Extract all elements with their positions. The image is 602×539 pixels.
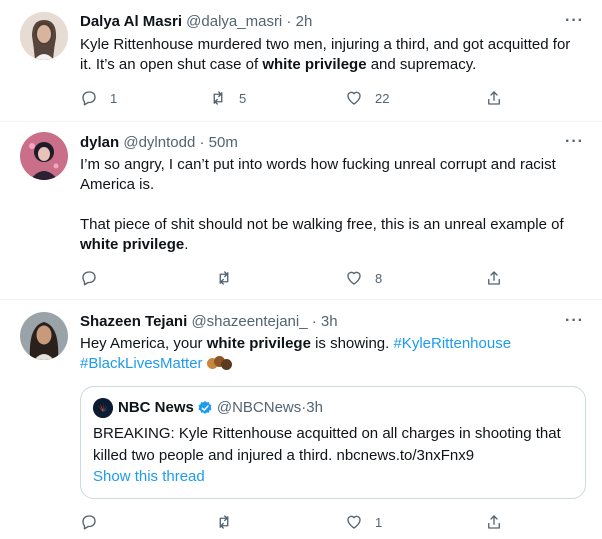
tweet-header: Shazeen Tejani @shazeentejani_ · 3h: [80, 312, 338, 332]
heart-icon: [347, 515, 361, 529]
avatar[interactable]: [20, 132, 68, 180]
share-button[interactable]: [485, 267, 503, 289]
share-button[interactable]: [485, 511, 503, 533]
heart-icon: [347, 271, 361, 285]
heart-icon: [347, 91, 361, 105]
display-name[interactable]: Dalya Al Masri: [80, 13, 182, 30]
share-icon: [488, 515, 500, 529]
separator: ·: [195, 134, 209, 151]
reply-icon: [82, 271, 96, 286]
timestamp[interactable]: 50m: [209, 134, 238, 151]
user-handle[interactable]: @dylntodd: [123, 134, 195, 151]
display-name[interactable]: dylan: [80, 134, 119, 151]
reply-button[interactable]: [80, 267, 98, 289]
quoted-display-name[interactable]: NBC News: [118, 398, 194, 418]
more-options-icon[interactable]: ···: [565, 11, 584, 31]
tweet-text: I’m so angry, I can’t put into words how…: [80, 155, 585, 255]
reply-icon: [82, 91, 96, 106]
quoted-tweet-header: NBC News @NBCNews · 3h: [93, 398, 323, 418]
tweet-shazeen[interactable]: Shazeen Tejani @shazeentejani_ · 3h ··· …: [0, 300, 602, 539]
more-options-icon[interactable]: ···: [565, 132, 584, 152]
separator: ·: [307, 313, 321, 330]
tweet-text-part: That piece of shit should not be walking…: [80, 216, 564, 233]
avatar[interactable]: [20, 312, 68, 360]
quoted-tweet[interactable]: NBC News @NBCNews · 3h BREAKING: Kyle Ri…: [80, 386, 586, 499]
reply-button[interactable]: 1: [80, 87, 117, 109]
tweet-text-part: and supremacy.: [366, 56, 477, 73]
retweet-icon: [219, 515, 229, 529]
tweet-header: Dalya Al Masri @dalya_masri · 2h: [80, 12, 312, 32]
like-count: 22: [375, 90, 390, 106]
reply-icon: [82, 515, 96, 530]
like-count: 1: [375, 514, 383, 530]
avatar[interactable]: [20, 12, 68, 60]
quoted-user-handle[interactable]: @NBCNews: [217, 398, 301, 418]
tweet-text-bold: white privilege: [80, 236, 185, 253]
quoted-timestamp[interactable]: 3h: [306, 398, 323, 418]
hashtag-link[interactable]: #BlackLivesMatter: [80, 355, 203, 372]
tweet-text-part: is showing.: [310, 335, 394, 352]
more-options-icon[interactable]: ···: [565, 311, 584, 331]
share-icon: [488, 91, 500, 105]
tweet-text-part: Hey America, your: [80, 335, 207, 352]
retweet-button[interactable]: 5: [209, 87, 246, 109]
like-button[interactable]: 22: [345, 87, 389, 109]
share-icon: [488, 271, 500, 285]
tweet-paragraph: That piece of shit should not be walking…: [80, 215, 585, 255]
retweet-count: 5: [239, 90, 247, 106]
tweet-text: Hey America, your white privilege is sho…: [80, 334, 585, 374]
user-handle[interactable]: @dalya_masri: [186, 13, 282, 30]
like-button[interactable]: 1: [345, 511, 382, 533]
retweet-button[interactable]: [215, 267, 233, 289]
tweet-dalya[interactable]: Dalya Al Masri @dalya_masri · 2h ··· Kyl…: [0, 0, 602, 122]
reply-button[interactable]: [80, 511, 98, 533]
verified-badge-icon: [197, 400, 213, 416]
display-name[interactable]: Shazeen Tejani: [80, 313, 187, 330]
timestamp[interactable]: 2h: [296, 13, 313, 30]
tweet-header: dylan @dylntodd · 50m: [80, 133, 238, 153]
like-count: 8: [375, 270, 383, 286]
tweet-paragraph: I’m so angry, I can’t put into words how…: [80, 156, 556, 193]
retweet-button[interactable]: [215, 511, 233, 533]
tweet-text-bold: white privilege: [206, 335, 311, 352]
user-handle[interactable]: @shazeentejani_: [191, 313, 307, 330]
nbc-peacock-icon: [93, 398, 113, 418]
quoted-tweet-text: BREAKING: Kyle Rittenhouse acquitted on …: [93, 423, 573, 467]
separator: ·: [282, 13, 296, 30]
quoted-text-part: BREAKING: Kyle Rittenhouse acquitted on …: [93, 425, 561, 464]
tweet-text-bold: white privilege: [262, 56, 367, 73]
timestamp[interactable]: 3h: [321, 313, 338, 330]
hashtag-link[interactable]: #KyleRittenhouse: [393, 335, 511, 352]
tweet-text: Kyle Rittenhouse murdered two men, injur…: [80, 35, 585, 75]
like-button[interactable]: 8: [345, 267, 382, 289]
tweet-text-part: .: [184, 236, 189, 253]
show-this-thread-link[interactable]: Show this thread: [93, 467, 205, 487]
avatar-image: [20, 132, 68, 180]
quoted-link[interactable]: nbcnews.to/3nxFnx9: [337, 447, 475, 464]
reply-count: 1: [110, 90, 118, 106]
tweet-dylan[interactable]: dylan @dylntodd · 50m ··· I’m so angry, …: [0, 122, 602, 300]
retweet-icon: [213, 91, 223, 105]
retweet-icon: [219, 271, 229, 285]
avatar-image: [20, 312, 68, 360]
share-button[interactable]: [485, 87, 503, 109]
fist-emoji-icon: [206, 356, 233, 371]
avatar-image: [20, 12, 68, 60]
